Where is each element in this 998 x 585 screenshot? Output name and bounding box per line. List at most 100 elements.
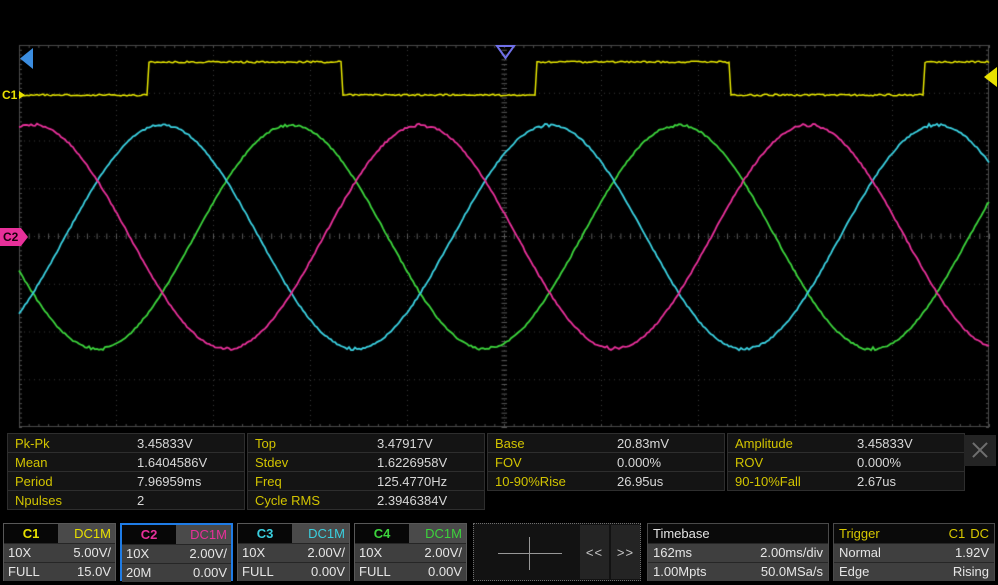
measurement-row: Mean1.6404586V bbox=[7, 452, 245, 472]
trigger-coupling: DC bbox=[970, 524, 989, 543]
c1-offset-marker[interactable]: C1 bbox=[2, 88, 25, 102]
trigger-box[interactable]: Trigger C1 DC Normal1.92V EdgeRising bbox=[833, 523, 995, 581]
trigger-level: 1.92V bbox=[955, 544, 989, 562]
measure-label: Top bbox=[248, 436, 377, 451]
channel-bandwidth: FULL bbox=[8, 563, 40, 581]
measurement-row: Freq125.4770Hz bbox=[247, 471, 485, 491]
measure-label: ROV bbox=[728, 455, 857, 470]
measurement-row: Period7.96959ms bbox=[7, 471, 245, 491]
channel-bandwidth: FULL bbox=[359, 563, 391, 581]
trigger-title: Trigger bbox=[839, 524, 880, 543]
measure-value: 1.6226958V bbox=[377, 455, 447, 470]
close-measurements-button[interactable] bbox=[964, 435, 996, 466]
channel-name-badge: C4 bbox=[355, 524, 409, 543]
channel-coupling: DC1M bbox=[292, 524, 349, 543]
measurement-group-4: Amplitude3.45833V ROV0.000% 90-10%Fall2.… bbox=[727, 434, 965, 491]
channel-coupling: DC1M bbox=[58, 524, 115, 543]
crosshair-icon bbox=[498, 553, 562, 554]
channel-scale: 2.00V/ bbox=[424, 544, 462, 562]
channel-box-c1[interactable]: C1DC1M 10X 5.00V/ FULL 15.0V bbox=[3, 523, 116, 581]
timebase-title: Timebase bbox=[653, 524, 710, 543]
measurement-group-2: Top3.47917V Stdev1.6226958V Freq125.4770… bbox=[247, 434, 485, 510]
measure-label: Amplitude bbox=[728, 436, 857, 451]
measure-value: 20.83mV bbox=[617, 436, 669, 451]
measurement-row: Stdev1.6226958V bbox=[247, 452, 485, 472]
channel-box-c2[interactable]: C2DC1M 10X 2.00V/ 20M 0.00V bbox=[120, 523, 233, 581]
measurement-row: 90-10%Fall2.67us bbox=[727, 471, 965, 491]
measure-value: 2.3946384V bbox=[377, 493, 447, 508]
channel-scale: 5.00V/ bbox=[73, 544, 111, 562]
measure-value: 3.47917V bbox=[377, 436, 433, 451]
measure-value: 0.000% bbox=[617, 455, 661, 470]
c1-offset-label: C1 bbox=[2, 88, 17, 102]
timebase-memory: 1.00Mpts bbox=[653, 563, 706, 581]
channel-probe: 10X bbox=[242, 544, 265, 562]
channel-bandwidth: FULL bbox=[242, 563, 274, 581]
measure-value: 2 bbox=[137, 493, 144, 508]
measurement-panel: Pk-Pk3.45833V Mean1.6404586V Period7.969… bbox=[0, 433, 998, 517]
channel-name-badge: C2 bbox=[122, 525, 176, 544]
trigger-type: Edge bbox=[839, 563, 869, 581]
measure-value: 1.6404586V bbox=[137, 455, 207, 470]
measurement-row: Pk-Pk3.45833V bbox=[7, 433, 245, 453]
measurement-row: Base20.83mV bbox=[487, 433, 725, 453]
c2-offset-label: C2 bbox=[0, 228, 21, 246]
channel-offset: 15.0V bbox=[77, 563, 111, 581]
measure-label: Npulses bbox=[8, 493, 137, 508]
timebase-box[interactable]: Timebase 162ms2.00ms/div 1.00Mpts50.0MSa… bbox=[647, 523, 829, 581]
measure-label: Freq bbox=[248, 474, 377, 489]
measure-label: Period bbox=[8, 474, 137, 489]
measure-label: Pk-Pk bbox=[8, 436, 137, 451]
measure-value: 3.45833V bbox=[137, 436, 193, 451]
channel-coupling: DC1M bbox=[409, 524, 466, 543]
measurement-row: ROV0.000% bbox=[727, 452, 965, 472]
waveform-area: C1 C2 bbox=[0, 0, 998, 432]
channel-probe: 10X bbox=[359, 544, 382, 562]
measure-value: 125.4770Hz bbox=[377, 474, 447, 489]
timebase-scale: 2.00ms/div bbox=[760, 544, 823, 562]
measurement-row: Cycle RMS2.3946384V bbox=[247, 490, 485, 510]
c2-offset-marker[interactable]: C2 bbox=[0, 228, 28, 246]
measurement-row: FOV0.000% bbox=[487, 452, 725, 472]
measurement-row: Top3.47917V bbox=[247, 433, 485, 453]
channel-probe: 10X bbox=[8, 544, 31, 562]
scroll-right-button[interactable]: >> bbox=[611, 525, 640, 579]
channel-box-c3[interactable]: C3DC1M 10X 2.00V/ FULL 0.00V bbox=[237, 523, 350, 581]
c1-offset-arrow-icon bbox=[19, 91, 25, 99]
oscilloscope-screen: C1 C2 Pk-Pk3.45833V Mean1.6404586V Perio… bbox=[0, 0, 998, 585]
channel-probe: 10X bbox=[126, 545, 149, 563]
measurement-row: Npulses2 bbox=[7, 490, 245, 510]
measure-value: 2.67us bbox=[857, 474, 896, 489]
measure-label: FOV bbox=[488, 455, 617, 470]
trigger-position-marker-icon[interactable] bbox=[19, 47, 34, 71]
measure-label: Cycle RMS bbox=[248, 493, 377, 508]
measure-label: 10-90%Rise bbox=[488, 474, 617, 489]
waveform-canvas[interactable] bbox=[0, 0, 998, 432]
channel-coupling: DC1M bbox=[176, 525, 231, 544]
trigger-slope: Rising bbox=[953, 563, 989, 581]
measure-label: Stdev bbox=[248, 455, 377, 470]
measure-value: 26.95us bbox=[617, 474, 663, 489]
measure-label: Base bbox=[488, 436, 617, 451]
channel-name-badge: C1 bbox=[4, 524, 58, 543]
measurement-row: Amplitude3.45833V bbox=[727, 433, 965, 453]
channel-box-c4[interactable]: C4DC1M 10X2.00V/ FULL0.00V bbox=[354, 523, 467, 581]
measure-value: 3.45833V bbox=[857, 436, 913, 451]
horizontal-reference-marker-icon[interactable] bbox=[495, 45, 516, 60]
measure-value: 7.96959ms bbox=[137, 474, 201, 489]
timebase-samplerate: 50.0MSa/s bbox=[761, 563, 823, 581]
measurement-group-1: Pk-Pk3.45833V Mean1.6404586V Period7.969… bbox=[7, 434, 245, 510]
channel-scale: 2.00V/ bbox=[189, 545, 227, 563]
status-bar: C1DC1M 10X5.00V/ FULL15.0V C2DC1M 10X2.0… bbox=[0, 521, 998, 585]
measure-label: 90-10%Fall bbox=[728, 474, 857, 489]
channel-name-badge: C3 bbox=[238, 524, 292, 543]
channel-offset: 0.00V bbox=[193, 564, 227, 582]
scroll-left-button[interactable]: << bbox=[580, 525, 609, 579]
horizontal-position-pad[interactable]: << >> bbox=[473, 523, 641, 581]
channel-scale: 2.00V/ bbox=[307, 544, 345, 562]
channel-offset: 0.00V bbox=[311, 563, 345, 581]
measurement-row: 10-90%Rise26.95us bbox=[487, 471, 725, 491]
trigger-level-marker-icon[interactable] bbox=[983, 67, 998, 88]
channel-bandwidth: 20M bbox=[126, 564, 151, 582]
measurement-group-3: Base20.83mV FOV0.000% 10-90%Rise26.95us bbox=[487, 434, 725, 491]
